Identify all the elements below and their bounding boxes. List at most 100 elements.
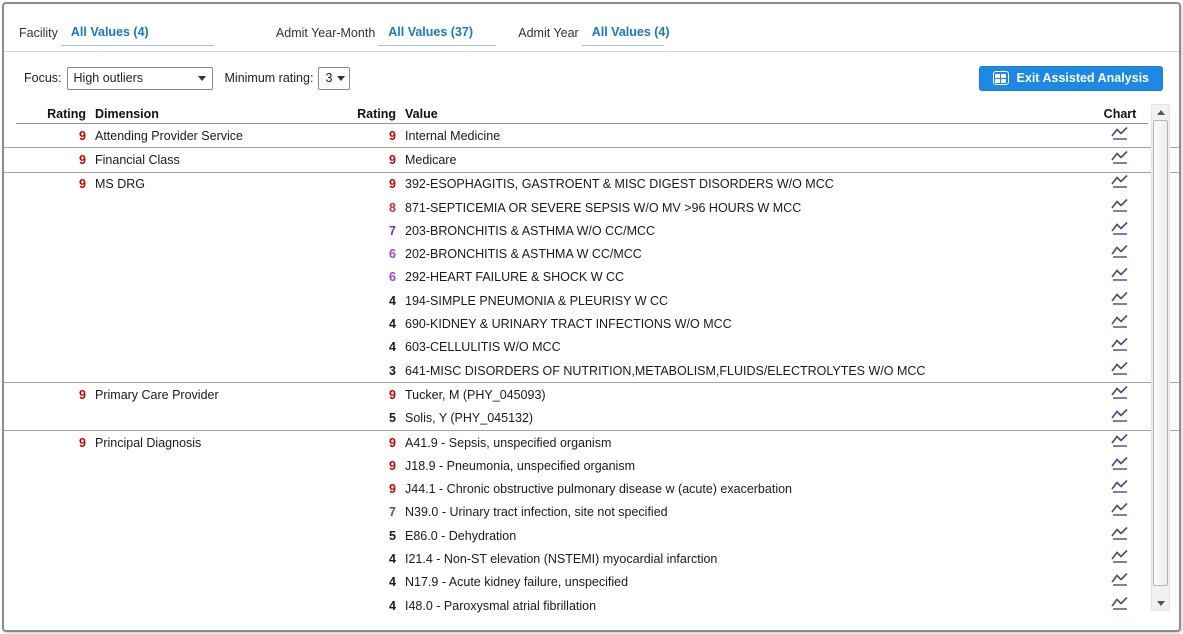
- line-chart-icon: [1111, 361, 1129, 376]
- table-body: 9 Attending Provider Service 9 Internal …: [4, 124, 1179, 617]
- table-row: 4 194-SIMPLE PNEUMONIA & PLEURISY W CC: [16, 289, 1148, 312]
- table-row: 9 Principal Diagnosis 9 A41.9 - Sepsis, …: [16, 431, 1148, 454]
- chart-button[interactable]: [1111, 267, 1129, 282]
- triangle-up-icon: [1157, 110, 1165, 115]
- filter-facility-label: Facility: [19, 26, 58, 46]
- value-rating: 6: [348, 247, 396, 261]
- scrollbar-track[interactable]: [1152, 119, 1169, 596]
- filter-facility-value[interactable]: All Values (4): [61, 25, 214, 46]
- line-chart-icon: [1111, 433, 1129, 448]
- chart-button[interactable]: [1111, 174, 1129, 189]
- minimum-rating-select[interactable]: 3: [318, 67, 350, 90]
- value-label: I21.4 - Non-ST elevation (NSTEMI) myocar…: [396, 552, 1092, 566]
- table-row: 6 292-HEART FAILURE & SHOCK W CC: [16, 266, 1148, 289]
- focus-select[interactable]: High outliers: [67, 67, 213, 90]
- filter-admit-year-value[interactable]: All Values (4): [582, 25, 664, 46]
- chart-button[interactable]: [1111, 596, 1129, 611]
- chart-button[interactable]: [1111, 244, 1129, 259]
- table-row: 6 202-BRONCHITIS & ASTHMA W CC/MCC: [16, 242, 1148, 265]
- chart-button[interactable]: [1111, 479, 1129, 494]
- table-row: 9 Primary Care Provider 9 Tucker, M (PHY…: [16, 383, 1148, 406]
- line-chart-icon: [1111, 596, 1129, 611]
- triangle-down-icon: [1157, 601, 1165, 606]
- dimension-label: Attending Provider Service: [86, 129, 348, 143]
- line-chart-icon: [1111, 221, 1129, 236]
- value-rating: 9: [348, 436, 396, 450]
- value-rating: 5: [348, 411, 396, 425]
- filter-bar: Facility All Values (4) Admit Year-Month…: [4, 4, 1179, 52]
- scrollbar-thumb[interactable]: [1153, 120, 1168, 586]
- value-rating: 9: [348, 459, 396, 473]
- chart-button[interactable]: [1111, 408, 1129, 423]
- value-rating: 7: [348, 224, 396, 238]
- chart-button[interactable]: [1111, 291, 1129, 306]
- chart-button[interactable]: [1111, 150, 1129, 165]
- line-chart-icon: [1111, 502, 1129, 517]
- chart-button[interactable]: [1111, 314, 1129, 329]
- value-rating: 9: [348, 177, 396, 191]
- value-rating: 6: [348, 270, 396, 284]
- chart-button[interactable]: [1111, 126, 1129, 141]
- line-chart-icon: [1111, 408, 1129, 423]
- dimension-label: Primary Care Provider: [86, 388, 348, 402]
- group-rating: 9: [16, 153, 86, 167]
- filter-admit-year-month-label: Admit Year-Month: [276, 26, 375, 46]
- chevron-down-icon: [198, 76, 206, 81]
- table-row: 9 Attending Provider Service 9 Internal …: [16, 124, 1148, 147]
- value-label: 203-BRONCHITIS & ASTHMA W/O CC/MCC: [396, 224, 1092, 238]
- exit-assisted-analysis-button[interactable]: Exit Assisted Analysis: [979, 66, 1163, 91]
- chart-button[interactable]: [1111, 502, 1129, 517]
- chart-button[interactable]: [1111, 385, 1129, 400]
- value-rating: 7: [348, 505, 396, 519]
- line-chart-icon: [1111, 385, 1129, 400]
- chart-button[interactable]: [1111, 456, 1129, 471]
- dimension-label: Principal Diagnosis: [86, 436, 348, 450]
- chart-button[interactable]: [1111, 198, 1129, 213]
- value-label: 202-BRONCHITIS & ASTHMA W CC/MCC: [396, 247, 1092, 261]
- vertical-scrollbar[interactable]: [1151, 104, 1170, 611]
- value-label: I48.0 - Paroxysmal atrial fibrillation: [396, 599, 1092, 613]
- value-rating: 9: [348, 388, 396, 402]
- filter-admit-year-month-value[interactable]: All Values (37): [378, 25, 496, 46]
- value-label: Tucker, M (PHY_045093): [396, 388, 1092, 402]
- dimension-group: 9 Attending Provider Service 9 Internal …: [4, 124, 1179, 148]
- table-row: 4 I21.4 - Non-ST elevation (NSTEMI) myoc…: [16, 547, 1148, 570]
- value-label: 194-SIMPLE PNEUMONIA & PLEURISY W CC: [396, 294, 1092, 308]
- group-rating: 9: [16, 177, 86, 191]
- table-row: 9 Financial Class 9 Medicare: [16, 148, 1148, 171]
- minimum-rating-label: Minimum rating:: [225, 71, 314, 85]
- dimension-label: Financial Class: [86, 153, 348, 167]
- chart-button[interactable]: [1111, 572, 1129, 587]
- dimension-label: MS DRG: [86, 177, 348, 191]
- value-rating: 4: [348, 340, 396, 354]
- chart-button[interactable]: [1111, 433, 1129, 448]
- chart-button[interactable]: [1111, 221, 1129, 236]
- value-label: Medicare: [396, 153, 1092, 167]
- chart-button[interactable]: [1111, 361, 1129, 376]
- table-row: 3 641-MISC DISORDERS OF NUTRITION,METABO…: [16, 359, 1148, 382]
- assisted-analysis-window: Facility All Values (4) Admit Year-Month…: [2, 2, 1181, 632]
- table-row: 9 J44.1 - Chronic obstructive pulmonary …: [16, 477, 1148, 500]
- filter-admit-year-month: Admit Year-Month All Values (37): [276, 25, 496, 46]
- value-label: 641-MISC DISORDERS OF NUTRITION,METABOLI…: [396, 364, 1092, 378]
- header-rating-dimension: Rating: [16, 107, 86, 121]
- dimension-group: 9 Primary Care Provider 9 Tucker, M (PHY…: [4, 383, 1179, 431]
- chart-button[interactable]: [1111, 526, 1129, 541]
- value-label: 871-SEPTICEMIA OR SEVERE SEPSIS W/O MV >…: [396, 201, 1092, 215]
- line-chart-icon: [1111, 526, 1129, 541]
- value-rating: 9: [348, 153, 396, 167]
- line-chart-icon: [1111, 244, 1129, 259]
- value-label: Solis, Y (PHY_045132): [396, 411, 1092, 425]
- line-chart-icon: [1111, 572, 1129, 587]
- table-row: 4 I48.0 - Paroxysmal atrial fibrillation: [16, 594, 1148, 617]
- chart-button[interactable]: [1111, 549, 1129, 564]
- line-chart-icon: [1111, 291, 1129, 306]
- scroll-up-button[interactable]: [1152, 105, 1169, 119]
- value-rating: 3: [348, 364, 396, 378]
- chart-button[interactable]: [1111, 337, 1129, 352]
- line-chart-icon: [1111, 267, 1129, 282]
- value-rating: 4: [348, 552, 396, 566]
- line-chart-icon: [1111, 456, 1129, 471]
- dimension-group: 9 MS DRG 9 392-ESOPHAGITIS, GASTROENT & …: [4, 173, 1179, 384]
- scroll-down-button[interactable]: [1152, 596, 1169, 610]
